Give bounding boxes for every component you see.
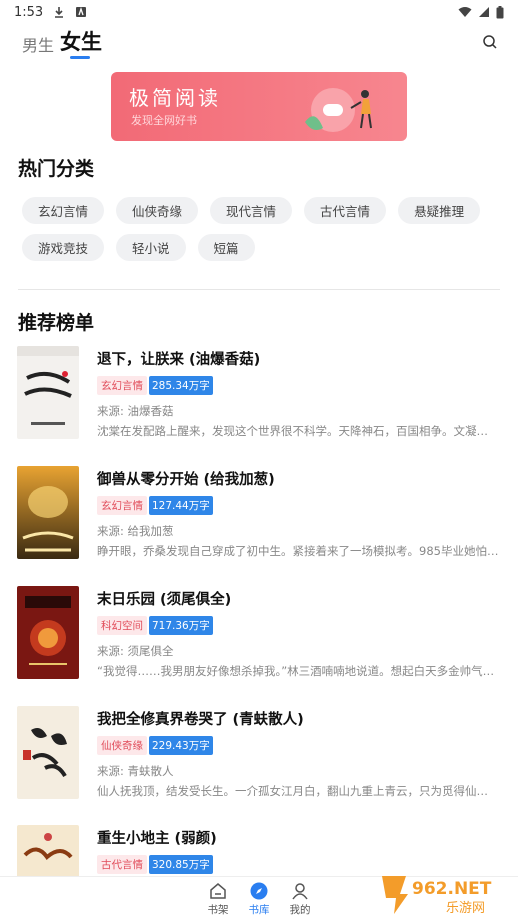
category-chip[interactable]: 短篇 xyxy=(197,234,255,261)
tab-female[interactable]: 女生 xyxy=(60,26,102,56)
nav-bookshelf[interactable]: 书架 xyxy=(198,881,238,917)
category-chip[interactable]: 玄幻言情 xyxy=(22,197,105,224)
watermark-sub-text: 乐游网 xyxy=(446,901,485,916)
book-category-tag: 玄幻言情 xyxy=(97,496,147,515)
book-title: 重生小地主 (弱颜) xyxy=(97,831,217,847)
book-word-count: 717.36万字 xyxy=(149,616,213,635)
book-word-count: 320.85万字 xyxy=(149,855,213,874)
book-title: 御兽从零分开始 (给我加葱) xyxy=(97,472,275,488)
category-chip[interactable]: 轻小说 xyxy=(116,234,186,261)
book-item[interactable]: 我把全修真界卷哭了 (青蚨散人) 仙侠奇缘 229.43万字 来源: 青蚨散人 … xyxy=(17,706,501,802)
book-word-count: 229.43万字 xyxy=(149,736,213,755)
book-source: 来源: 油爆香菇 xyxy=(97,404,174,418)
category-chip[interactable]: 仙侠奇缘 xyxy=(116,197,199,224)
hot-categories-title: 热门分类 xyxy=(18,158,95,180)
category-chip[interactable]: 现代言情 xyxy=(210,197,293,224)
book-description: 仙人抚我顶，结发受长生。一介孤女江月白，翻山九重上青云，只为觅得仙人… xyxy=(97,784,499,798)
tab-indicator xyxy=(70,56,90,59)
header: 男生 女生 xyxy=(0,24,518,64)
nav-bookshelf-label: 书架 xyxy=(207,904,229,916)
user-icon xyxy=(292,883,308,900)
watermark-shape-icon: 962.NET 乐游网 xyxy=(382,876,492,916)
book-category-tag: 古代言情 xyxy=(97,855,147,874)
nav-library-label: 书库 xyxy=(248,904,270,916)
book-word-count: 127.44万字 xyxy=(149,496,213,515)
watermark-main-text: 962.NET xyxy=(412,879,492,899)
promo-banner[interactable]: 极简阅读 发现全网好书 xyxy=(111,72,407,141)
status-time: 1:53 xyxy=(14,4,44,20)
book-source: 来源: 给我加葱 xyxy=(97,524,174,538)
book-category-tag: 玄幻言情 xyxy=(97,376,147,395)
book-cover xyxy=(17,586,79,679)
nav-library[interactable]: 书库 xyxy=(239,881,279,917)
book-cover xyxy=(17,466,79,559)
banner-subtitle: 发现全网好书 xyxy=(131,114,197,127)
book-title: 我把全修真界卷哭了 (青蚨散人) xyxy=(97,712,304,728)
book-source: 来源: 须尾俱全 xyxy=(97,644,174,658)
book-cover xyxy=(17,346,79,439)
book-title: 末日乐园 (须尾俱全) xyxy=(97,592,232,608)
book-item[interactable]: 末日乐园 (须尾俱全) 科幻空间 717.36万字 来源: 须尾俱全 “我觉得…… xyxy=(17,586,501,682)
watermark-logo: 962.NET 乐游网 xyxy=(378,872,510,916)
home-shelf-icon xyxy=(210,883,226,899)
book-title: 退下，让朕来 (油爆香菇) xyxy=(97,352,261,368)
book-description: “我觉得……我男朋友好像想杀掉我。”林三酒喃喃地说道。想起白天多金帅气又… xyxy=(97,664,499,678)
book-word-count: 285.34万字 xyxy=(149,376,213,395)
search-icon[interactable] xyxy=(480,32,500,52)
book-description: 睁开眼，乔桑发现自己穿成了初中生。紧接着来了一场模拟考。985毕业她怕… xyxy=(97,544,499,558)
book-cover xyxy=(17,706,79,799)
app-notification-icon xyxy=(76,6,87,17)
status-bar: 1:53 xyxy=(0,0,518,24)
category-chip[interactable]: 悬疑推理 xyxy=(398,197,481,224)
nav-profile-label: 我的 xyxy=(289,904,311,916)
banner-illustration-icon xyxy=(305,88,372,132)
category-chips: 玄幻言情 仙侠奇缘 现代言情 古代言情 悬疑推理 游戏竞技 轻小说 短篇 xyxy=(22,197,502,261)
nav-profile[interactable]: 我的 xyxy=(280,881,320,917)
book-source: 来源: 青蚨散人 xyxy=(97,764,174,778)
battery-icon xyxy=(496,5,504,18)
wifi-icon xyxy=(458,7,472,17)
signal-icon xyxy=(479,7,489,17)
book-item[interactable]: 退下，让朕来 (油爆香菇) 玄幻言情 285.34万字 来源: 油爆香菇 沈棠在… xyxy=(17,346,501,442)
book-category-tag: 科幻空间 xyxy=(97,616,147,635)
compass-icon xyxy=(250,882,268,900)
book-category-tag: 仙侠奇缘 xyxy=(97,736,147,755)
download-icon xyxy=(55,7,64,18)
tab-male[interactable]: 男生 xyxy=(22,32,54,56)
book-description: 沈棠在发配路上醒来，发现这个世界很不科学。天降神石，百国相争。文凝文… xyxy=(97,424,499,438)
category-chip[interactable]: 游戏竞技 xyxy=(22,234,105,261)
category-chip[interactable]: 古代言情 xyxy=(304,197,387,224)
banner-title: 极简阅读 xyxy=(129,86,221,110)
section-divider xyxy=(18,289,500,290)
ranking-title: 推荐榜单 xyxy=(18,312,95,334)
book-item[interactable]: 御兽从零分开始 (给我加葱) 玄幻言情 127.44万字 来源: 给我加葱 睁开… xyxy=(17,466,501,562)
